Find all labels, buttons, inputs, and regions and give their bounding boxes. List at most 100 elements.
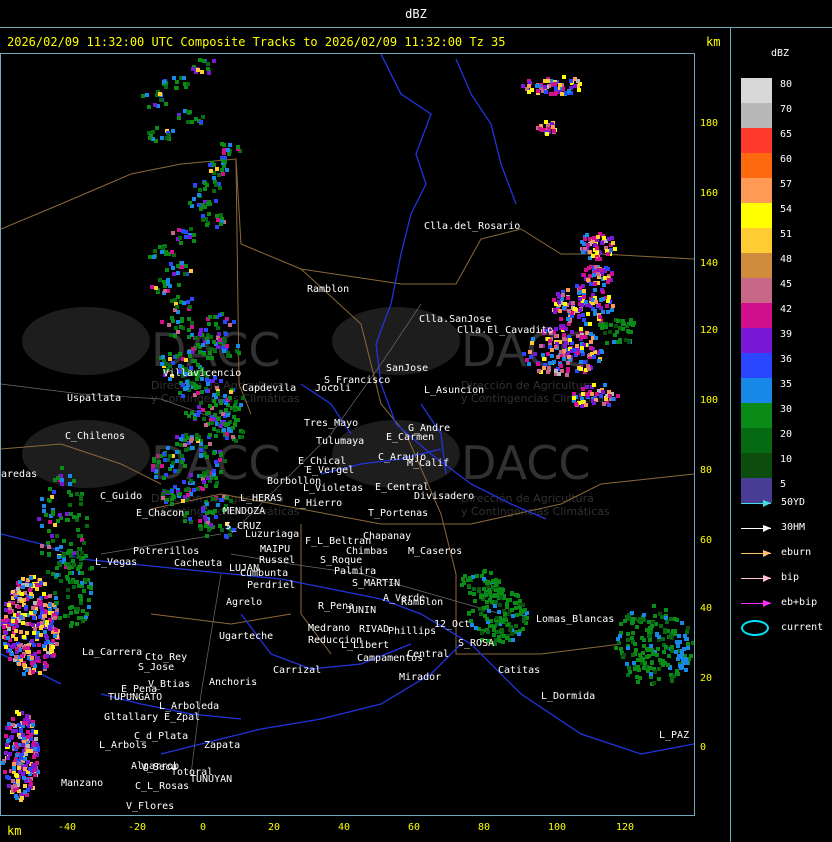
place-label: La_Carrera (82, 647, 142, 658)
echo-pixel (505, 602, 509, 606)
place-label: Manzano (61, 778, 103, 789)
track-arrowhead-icon (763, 600, 771, 607)
echo-pixel (11, 619, 15, 623)
echo-pixel (56, 476, 60, 480)
echo-pixel (219, 498, 223, 502)
scale-label: 20 (780, 429, 793, 440)
place-label: C_Chilenos (65, 431, 125, 442)
place-label: S_ROSA (458, 638, 494, 649)
echo-pixel (78, 565, 82, 569)
echo-pixel (195, 437, 199, 441)
echo-pixel (607, 278, 611, 282)
echo-pixel (691, 641, 694, 645)
echo-pixel (22, 663, 26, 667)
echo-pixel (7, 722, 11, 726)
echo-pixel (65, 575, 69, 579)
scale-label: 65 (780, 129, 793, 140)
echo-pixel (630, 611, 634, 615)
echo-pixel (199, 448, 203, 452)
echo-pixel (466, 578, 470, 582)
echo-pixel (66, 588, 70, 592)
y-tick-label: 0 (700, 742, 707, 753)
echo-pixel (38, 615, 42, 619)
echo-pixel (619, 622, 623, 626)
scale-label: 36 (780, 354, 793, 365)
echo-pixel (162, 80, 166, 84)
echo-pixel (172, 76, 176, 80)
echo-pixel (604, 325, 608, 329)
echo-pixel (15, 647, 19, 651)
x-tick-label: 40 (338, 822, 351, 833)
echo-pixel (658, 612, 662, 616)
echo-pixel (515, 613, 519, 617)
echo-pixel (11, 634, 15, 638)
echo-pixel (228, 396, 232, 400)
echo-pixel (30, 661, 34, 665)
echo-pixel (13, 784, 17, 788)
y-tick-label: 60 (700, 535, 713, 546)
echo-pixel (35, 587, 39, 591)
echo-pixel (30, 656, 34, 660)
echo-pixel (657, 635, 661, 639)
echo-pixel (564, 327, 568, 331)
echo-pixel (26, 749, 30, 753)
echo-pixel (189, 269, 193, 273)
echo-pixel (647, 620, 651, 624)
x-tick-label: 60 (408, 822, 421, 833)
radar-map[interactable]: DACC Dirección de Agricultura y Continge… (1, 54, 694, 815)
echo-pixel (212, 163, 216, 167)
echo-pixel (232, 415, 236, 419)
echo-pixel (180, 265, 184, 269)
echo-pixel (201, 115, 205, 119)
echo-pixel (488, 624, 492, 628)
echo-pixel (175, 459, 179, 463)
echo-pixel (470, 623, 474, 627)
echo-pixel (594, 336, 598, 340)
echo-pixel (585, 392, 589, 396)
echo-pixel (184, 230, 188, 234)
echo-pixel (59, 579, 63, 583)
echo-pixel (549, 92, 553, 96)
echo-pixel (593, 288, 597, 292)
echo-pixel (562, 75, 566, 79)
echo-pixel (45, 664, 49, 668)
echo-pixel (13, 593, 17, 597)
echo-pixel (585, 233, 589, 237)
echo-pixel (37, 650, 41, 654)
echo-pixel (487, 609, 491, 613)
echo-pixel (506, 598, 510, 602)
echo-pixel (188, 110, 192, 114)
scale-swatch (741, 353, 772, 378)
echo-pixel (39, 581, 43, 585)
echo-pixel (625, 615, 629, 619)
scale-swatch (741, 403, 772, 428)
echo-pixel (497, 637, 501, 641)
echo-pixel (643, 661, 647, 665)
echo-pixel (14, 655, 18, 659)
echo-pixel (188, 305, 192, 309)
echo-pixel (227, 152, 231, 156)
echo-pixel (589, 282, 593, 286)
echo-pixel (626, 638, 630, 642)
place-label: Cumbunta (240, 568, 288, 579)
echo-pixel (234, 439, 238, 443)
echo-pixel (222, 428, 226, 432)
echo-pixel (487, 588, 491, 592)
echo-pixel (40, 544, 44, 548)
echo-pixel (578, 297, 582, 301)
echo-pixel (164, 252, 168, 256)
echo-pixel (595, 392, 599, 396)
echo-pixel (175, 80, 179, 84)
echo-pixel (653, 670, 657, 674)
echo-pixel (54, 596, 58, 600)
scale-swatch (741, 278, 772, 303)
echo-pixel (577, 88, 581, 92)
echo-pixel (50, 534, 54, 538)
echo-pixel (544, 90, 548, 94)
echo-pixel (46, 541, 50, 545)
echo-pixel (20, 654, 24, 658)
scale-swatch (741, 453, 772, 478)
echo-pixel (20, 592, 24, 596)
echo-pixel (659, 624, 663, 628)
echo-pixel (21, 585, 25, 589)
